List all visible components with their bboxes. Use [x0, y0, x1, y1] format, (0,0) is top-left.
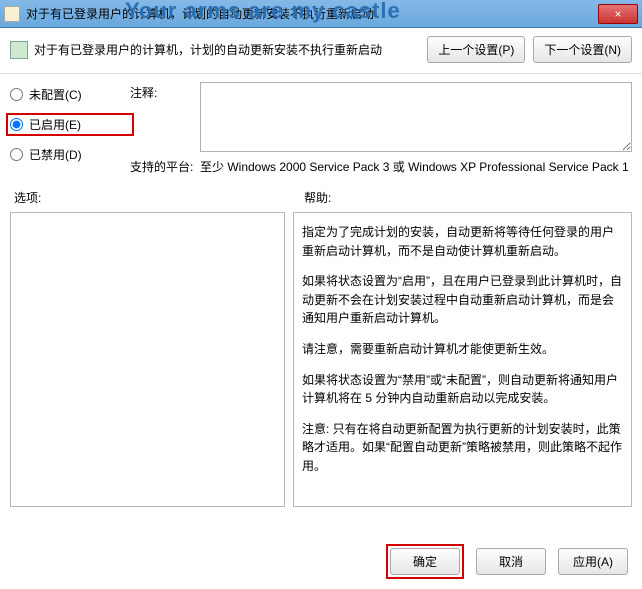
- help-box: 指定为了完成计划的安装，自动更新将等待任何登录的用户重新启动计算机，而不是自动使…: [293, 212, 632, 507]
- policy-header-icon: [10, 41, 28, 59]
- cancel-button[interactable]: 取消: [476, 548, 546, 575]
- radio-enabled-label: 已启用(E): [29, 116, 81, 133]
- help-paragraph: 指定为了完成计划的安装，自动更新将等待任何登录的用户重新启动计算机，而不是自动使…: [302, 223, 623, 260]
- mid-labels: 选项: 帮助:: [0, 175, 642, 212]
- platform-label: 支持的平台:: [130, 158, 200, 175]
- radio-not-configured-input[interactable]: [10, 88, 23, 101]
- radio-not-configured[interactable]: 未配置(C): [10, 86, 130, 103]
- next-setting-button[interactable]: 下一个设置(N): [533, 36, 632, 63]
- radio-enabled[interactable]: 已启用(E): [6, 113, 134, 136]
- prev-setting-button[interactable]: 上一个设置(P): [427, 36, 525, 63]
- config-area: 未配置(C) 已启用(E) 已禁用(D) 注释: 支持的平台: 至少 Windo…: [0, 74, 642, 175]
- close-button[interactable]: ×: [598, 4, 638, 24]
- ok-highlight: 确定: [386, 544, 464, 579]
- help-paragraph: 如果将状态设置为“禁用”或“未配置”，则自动更新将通知用户计算机将在 5 分钟内…: [302, 371, 623, 408]
- radio-not-configured-label: 未配置(C): [29, 86, 82, 103]
- options-label: 选项:: [14, 189, 304, 206]
- policy-title: 对于有已登录用户的计算机，计划的自动更新安装不执行重新启动: [34, 41, 419, 58]
- ok-button[interactable]: 确定: [390, 548, 460, 575]
- radio-disabled-input[interactable]: [10, 148, 23, 161]
- radio-disabled-label: 已禁用(D): [29, 146, 82, 163]
- bottom-buttons: 确定 取消 应用(A): [386, 544, 628, 579]
- help-paragraph: 请注意，需要重新启动计算机才能使更新生效。: [302, 340, 623, 359]
- help-paragraph: 注意: 只有在将自动更新配置为执行更新的计划安装时，此策略才适用。如果“配置自动…: [302, 420, 623, 476]
- apply-button[interactable]: 应用(A): [558, 548, 628, 575]
- comment-label: 注释:: [130, 82, 200, 101]
- help-label: 帮助:: [304, 189, 331, 206]
- help-paragraph: 如果将状态设置为“启用”，且在用户已登录到此计算机时，自动更新不会在计划安装过程…: [302, 272, 623, 328]
- radio-enabled-input[interactable]: [10, 118, 23, 131]
- titlebar: 对于有已登录用户的计算机，计划的自动更新安装不执行重新启动 Your arms …: [0, 0, 642, 28]
- content-area: 指定为了完成计划的安装，自动更新将等待任何登录的用户重新启动计算机，而不是自动使…: [0, 212, 642, 507]
- header-bar: 对于有已登录用户的计算机，计划的自动更新安装不执行重新启动 上一个设置(P) 下…: [0, 28, 642, 74]
- comment-input[interactable]: [200, 82, 632, 152]
- radio-disabled[interactable]: 已禁用(D): [10, 146, 130, 163]
- watermark-text: Your arms are my castle: [125, 0, 401, 24]
- radio-group: 未配置(C) 已启用(E) 已禁用(D): [10, 82, 130, 173]
- platform-value: 至少 Windows 2000 Service Pack 3 或 Windows…: [200, 158, 632, 175]
- policy-icon: [4, 6, 20, 22]
- options-box: [10, 212, 285, 507]
